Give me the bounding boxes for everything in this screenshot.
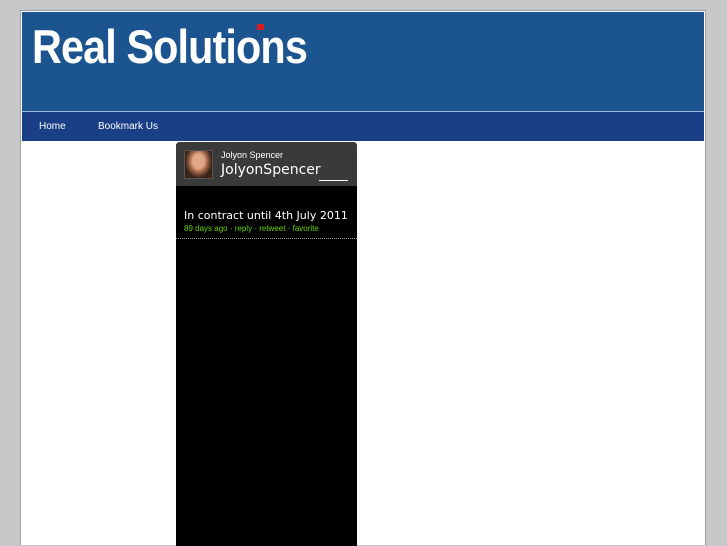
meta-separator: ·	[229, 224, 233, 233]
favorite-link[interactable]: favorite	[293, 224, 319, 233]
widget-header: Jolyon Spencer JolyonSpencer	[176, 142, 357, 186]
twitter-handle[interactable]: JolyonSpencer	[221, 162, 321, 178]
nav-item-bookmark-us[interactable]: Bookmark Us	[98, 121, 158, 132]
author-name[interactable]: Jolyon Spencer	[221, 150, 283, 160]
meta-separator: ·	[287, 224, 291, 233]
handle-underline	[319, 180, 348, 181]
avatar[interactable]	[184, 150, 213, 179]
logo-accent-dot	[257, 24, 264, 30]
site-logo[interactable]: Real Solutions	[32, 18, 308, 76]
tweet-time-link[interactable]: 89 days ago	[184, 224, 228, 233]
nav-item-home[interactable]: Home	[39, 121, 66, 132]
meta-separator: ·	[254, 224, 257, 233]
reply-link[interactable]: reply	[235, 224, 252, 233]
twitter-widget: Jolyon Spencer JolyonSpencer In contract…	[176, 142, 357, 546]
main-nav: Home Bookmark Us	[22, 112, 704, 141]
page-container: Real Solutions Home Bookmark Us Jolyon S…	[20, 10, 706, 546]
retweet-link[interactable]: retweet	[259, 224, 285, 233]
tweet-text: In contract until 4th July 2011	[184, 209, 348, 222]
site-header: Real Solutions	[22, 12, 704, 112]
tweet-item: In contract until 4th July 2011 89 days …	[176, 192, 357, 239]
tweet-meta: 89 days ago · reply · retweet · favorite	[184, 224, 319, 233]
